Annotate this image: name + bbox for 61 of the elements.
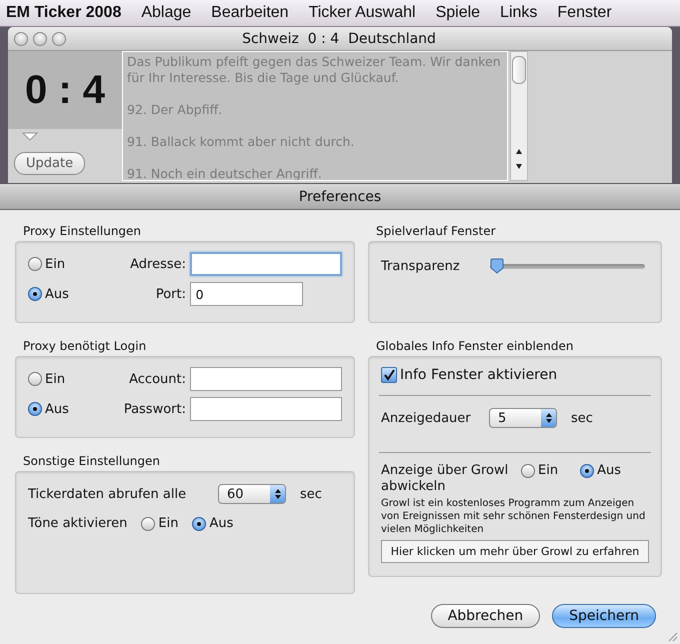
disclosure-triangle-icon[interactable] — [22, 132, 38, 141]
field-label: Port: — [154, 286, 186, 302]
resize-grip-icon[interactable] — [666, 630, 678, 642]
unit-label: sec — [300, 486, 322, 502]
group-label: Proxy Einstellungen — [23, 224, 142, 238]
checkmark-icon — [383, 369, 395, 381]
growl-label: Anzeige über Growl abwickeln — [381, 463, 510, 495]
radio-button[interactable]: Ein — [521, 463, 558, 478]
close-button[interactable] — [14, 32, 28, 46]
dropdown[interactable]: 5 — [489, 408, 557, 428]
default-button[interactable]: Speichern — [552, 604, 656, 628]
checkbox[interactable]: Info Fenster aktivieren — [381, 367, 558, 383]
window-title: Schweiz 0 : 4 Deutschland — [241, 30, 437, 46]
text-field[interactable] — [190, 252, 342, 276]
menu-item[interactable]: Ticker Auswahl — [298, 4, 426, 22]
group-label: Sonstige Einstellungen — [23, 454, 160, 468]
group-label: Proxy benötigt Login — [23, 339, 146, 353]
sound-label: Töne aktivieren — [28, 516, 128, 531]
transparency-slider[interactable] — [490, 258, 645, 274]
group-label: Globales Info Fenster einblenden — [376, 339, 574, 353]
menu-item[interactable]: Ablage — [131, 4, 202, 22]
radio-button[interactable]: Aus — [28, 402, 90, 416]
text-field[interactable] — [190, 397, 342, 421]
button[interactable]: Abbrechen — [430, 604, 540, 628]
feed-entry: 91. Ballack kommt aber nicht durch. — [127, 134, 356, 150]
transparency-label: Transparenz — [381, 258, 460, 274]
scroll-thumb[interactable] — [512, 56, 526, 84]
text-field[interactable] — [190, 367, 342, 391]
field-label: Adresse: — [129, 256, 186, 272]
menu-item[interactable]: Fenster — [547, 4, 622, 22]
menu-item[interactable]: Links — [490, 4, 548, 22]
interval-label: Tickerdaten abrufen alle — [28, 486, 188, 502]
sheet-title: Preferences — [0, 184, 680, 210]
slider-thumb[interactable] — [490, 258, 504, 274]
radio-button[interactable]: Ein — [141, 516, 178, 531]
radio-button[interactable]: Ein — [28, 256, 90, 272]
radio-button[interactable]: Ein — [28, 372, 90, 386]
stepper-arrows-icon[interactable] — [274, 488, 282, 500]
zoom-button[interactable] — [52, 32, 66, 46]
radio-button[interactable]: Aus — [28, 286, 90, 302]
update-button[interactable]: Update — [14, 152, 86, 175]
feed-entry: Das Publikum pfeift gegen das Schweizer Team. Wir danken für Ihr Interesse. Bis die Tage und Glückauf. — [127, 54, 502, 86]
minimize-button[interactable] — [33, 32, 47, 46]
field-label: Passwort: — [122, 402, 186, 416]
app-menu[interactable]: EM Ticker 2008 — [4, 4, 132, 22]
menu-item[interactable]: Bearbeiten — [201, 4, 299, 22]
feed-entry: 92. Der Abpfiff. — [127, 102, 224, 118]
score-display: 0 : 4 — [8, 51, 122, 129]
stepper-arrows-icon[interactable] — [544, 412, 552, 424]
scrollbar[interactable] — [510, 51, 528, 181]
text-field[interactable]: 0 — [190, 282, 303, 306]
menu-item[interactable]: Spiele — [426, 4, 490, 22]
radio-button[interactable]: Aus — [580, 463, 621, 478]
field-label: Account: — [128, 372, 186, 386]
dropdown[interactable]: 60 — [218, 484, 286, 504]
radio-button[interactable]: Aus — [192, 516, 234, 531]
duration-label: Anzeigedauer — [381, 410, 472, 426]
group-label: Spielverlauf Fenster — [376, 224, 496, 238]
growl-description: Growl ist ein kostenloses Programm zum Anzeigen von Ereignissen mit sehr schönen Fensterdesign und vielen Möglichkeiten — [381, 497, 646, 536]
growl-info-button[interactable]: Hier klicken um mehr über Growl zu erfahren — [381, 540, 649, 563]
unit-label: sec — [571, 410, 593, 426]
